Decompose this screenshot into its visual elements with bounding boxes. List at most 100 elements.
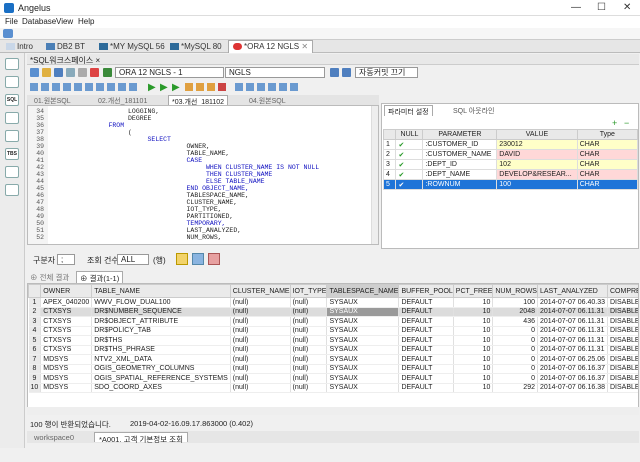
tab-parameter-settings[interactable]: 파라미터 설정	[384, 105, 433, 116]
table-cell[interactable]: (null)	[290, 354, 328, 365]
table-cell[interactable]: 10	[453, 316, 494, 327]
table-cell[interactable]: (null)	[230, 373, 291, 384]
param-value[interactable]: DAVID	[496, 149, 578, 160]
param-value[interactable]: 100	[496, 179, 578, 190]
table-cell[interactable]: (null)	[230, 364, 291, 374]
table-cell[interactable]: SYSAUX	[326, 326, 400, 336]
table-cell[interactable]: DISABLED	[607, 354, 638, 365]
table-cell[interactable]: SDO_COORD_AXES	[91, 383, 231, 393]
tab-db2[interactable]: DB2 BT	[42, 41, 89, 52]
table-cell[interactable]: SYSAUX	[326, 354, 400, 365]
compare-icon[interactable]	[279, 83, 287, 91]
table-cell[interactable]: (null)	[230, 335, 291, 346]
table-cell[interactable]: DR$THS	[91, 335, 231, 346]
table-cell[interactable]: 2014-07-07 06.11.31	[537, 335, 608, 346]
table-cell[interactable]: (null)	[290, 383, 328, 393]
table-cell[interactable]: DISABLED	[607, 345, 638, 355]
table-cell[interactable]: 10	[453, 335, 494, 346]
rollback-icon[interactable]	[342, 68, 351, 77]
table-cell[interactable]: 2048	[492, 307, 538, 317]
table-cell[interactable]: 2	[28, 307, 42, 317]
table-cell[interactable]: (null)	[290, 307, 328, 317]
tab-intro[interactable]: Intro	[2, 41, 37, 52]
param-index[interactable]: 5	[382, 179, 397, 190]
table-cell[interactable]: 2014-07-07 06.11.31	[537, 345, 608, 355]
autocommit-select[interactable]: 자동커밋 끄기	[355, 67, 418, 78]
run-all-icon[interactable]: ▶	[160, 82, 168, 93]
table-cell[interactable]: SYSAUX	[326, 345, 400, 355]
param-type[interactable]: CHAR	[576, 179, 639, 190]
table-cell[interactable]: SYSAUX	[326, 316, 400, 327]
table-row[interactable]: 8 MDSYS OGIS_GEOMETRY_COLUMNS (null) (null) S…	[28, 364, 638, 374]
table-cell[interactable]: 5	[28, 335, 42, 346]
column-header[interactable]: LAST_ANALYZED	[536, 284, 608, 298]
copy-icon[interactable]	[41, 83, 49, 91]
param-index[interactable]: 4	[382, 169, 397, 180]
table-cell[interactable]: MDSYS	[40, 364, 93, 374]
column-header[interactable]: NUM_ROWS	[492, 284, 538, 298]
table-cell[interactable]: DEFAULT	[398, 326, 454, 336]
table-cell[interactable]: OGIS_SPATIAL_REFERENCE_SYSTEMS	[91, 373, 231, 384]
param-type[interactable]: CHAR	[576, 139, 639, 150]
table-cell[interactable]: OGIS_GEOMETRY_COLUMNS	[91, 364, 231, 374]
new-icon[interactable]	[30, 68, 39, 77]
add-icon[interactable]: +	[612, 118, 617, 128]
save-as-icon[interactable]	[66, 68, 75, 77]
param-row[interactable]: 4 ✔:DEPT_NAME DEVELOP&RESEAR... CHAR	[382, 169, 639, 180]
table-cell[interactable]: CTXSYS	[40, 316, 93, 327]
param-row[interactable]: 1 ✔:CUSTOMER_ID 230012 CHAR	[382, 139, 639, 150]
minimize-icon[interactable]: —	[571, 2, 581, 13]
home-icon[interactable]	[3, 29, 13, 38]
table-cell[interactable]: 2014-07-07 06.25.06	[537, 354, 608, 365]
remove-icon[interactable]: −	[624, 118, 629, 128]
table-cell[interactable]: 2014-07-07 06.11.31	[537, 307, 608, 317]
connection-icon[interactable]	[103, 68, 112, 77]
table-cell[interactable]: DISABLED	[607, 373, 638, 384]
table-cell[interactable]: DEFAULT	[398, 307, 454, 317]
sql-icon[interactable]: SQL	[5, 94, 19, 106]
monitor-icon[interactable]	[5, 184, 19, 196]
table-cell[interactable]: DISABLED	[607, 364, 638, 374]
history-icon[interactable]	[235, 83, 243, 91]
table-cell[interactable]: DR$POLICY_TAB	[91, 326, 231, 336]
table-cell[interactable]: 4	[28, 326, 42, 336]
param-value[interactable]: 230012	[496, 139, 578, 150]
table-cell[interactable]: (null)	[230, 307, 291, 317]
commit-icon[interactable]	[330, 68, 339, 77]
cancel-icon[interactable]	[218, 83, 226, 91]
connection-select[interactable]: ORA 12 NGLS - 1	[115, 67, 224, 78]
table-cell[interactable]: 292	[492, 383, 538, 393]
table-cell[interactable]: SYSAUX	[326, 297, 400, 308]
table-cell[interactable]: MDSYS	[40, 354, 93, 365]
null-check-icon[interactable]: ✔	[395, 149, 424, 160]
table-cell[interactable]: (null)	[290, 335, 328, 346]
result-grid[interactable]: OWNER TABLE_NAME CLUSTER_NAME IOT_TYPE TABLE…	[27, 283, 639, 415]
table-cell[interactable]: 2014-07-07 06.16.38	[537, 383, 608, 393]
panel-close-button[interactable]: ×	[96, 56, 101, 65]
table-cell[interactable]: DEFAULT	[398, 335, 454, 346]
tab-mysql-80[interactable]: *MySQL 80	[166, 41, 226, 52]
table-cell[interactable]: SYSAUX	[326, 373, 400, 384]
table-cell[interactable]: 2014-07-07 06.11.31	[537, 326, 608, 336]
table-cell[interactable]: SYSAUX	[326, 383, 400, 393]
table-cell[interactable]: 7	[28, 354, 42, 365]
param-type[interactable]: CHAR	[576, 159, 639, 170]
null-check-icon[interactable]: ✔	[395, 169, 424, 180]
table-cell[interactable]: 10	[453, 297, 494, 308]
subtab-1[interactable]: 01.원본SQL	[31, 95, 74, 105]
menu-database[interactable]: Database	[22, 17, 56, 26]
table-cell[interactable]: 9	[28, 373, 42, 384]
tbs-icon[interactable]: TBS	[5, 148, 19, 160]
table-cell[interactable]: (null)	[230, 326, 291, 336]
subtab-4[interactable]: 04.원본SQL	[246, 95, 289, 105]
open-icon[interactable]	[42, 68, 51, 77]
table-cell[interactable]: 1	[28, 297, 42, 308]
tab-ora-12-ngls[interactable]: *ORA 12 NGLS ✕	[228, 40, 314, 53]
table-cell[interactable]: 2014-07-07 06.40.33	[537, 297, 608, 308]
table-row[interactable]: 5 CTXSYS DR$THS (null) (null) SYSAUX DEFAULT 10…	[28, 335, 638, 346]
param-row[interactable]: 2 ✔:CUSTOMER_NAME DAVID CHAR	[382, 149, 639, 160]
table-cell[interactable]: DR$THS_PHRASE	[91, 345, 231, 355]
table-cell[interactable]: CTXSYS	[40, 345, 93, 355]
column-header[interactable]: IOT_TYPE	[289, 284, 328, 298]
table-cell[interactable]: 0	[492, 373, 538, 384]
